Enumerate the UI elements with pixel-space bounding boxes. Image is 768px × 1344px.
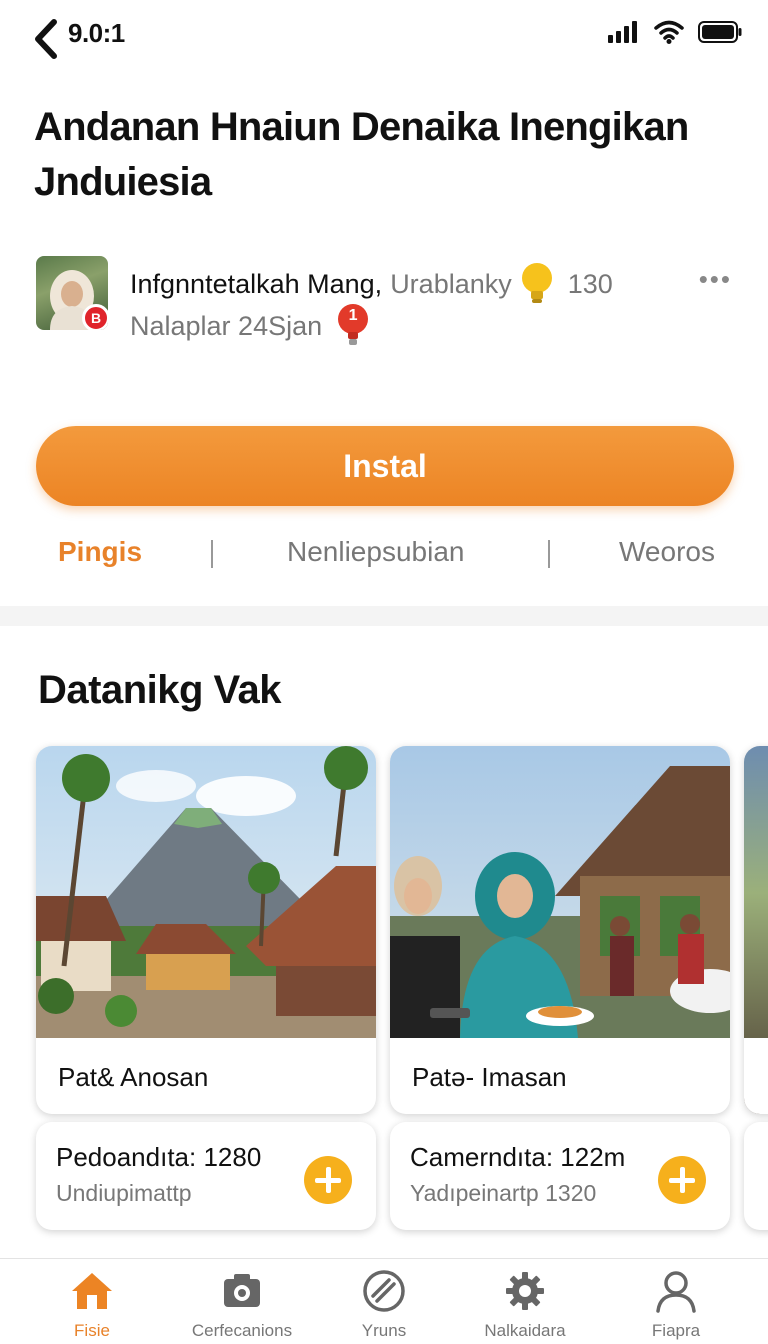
tab-nenliepsubian[interactable]: Nenliepsubian <box>287 536 464 568</box>
info-card[interactable]: Pedoandıta: 1280 Undiupimattp <box>36 1122 376 1230</box>
card-caption: Patə- Imasan <box>412 1062 567 1092</box>
info-card[interactable]: Camerndıta: 122m Yadıpeinartp 1320 <box>390 1122 730 1230</box>
install-button[interactable]: Instal <box>36 426 734 506</box>
nav-label: Fisie <box>74 1321 110 1340</box>
info-subtitle: Yadıpeinartp 1320 <box>410 1180 597 1206</box>
card-photo-people-dining <box>390 746 730 1038</box>
nav-label: Fiapra <box>651 1321 701 1340</box>
status-icons <box>608 20 742 44</box>
add-plus-icon[interactable] <box>304 1156 352 1204</box>
tab-weoros[interactable]: Weoros <box>619 536 715 568</box>
card-caption: Pat& Anosan <box>58 1062 209 1092</box>
camera-icon <box>224 1274 260 1307</box>
wifi-icon <box>654 20 684 44</box>
tab-divider <box>211 540 213 568</box>
publish-date: Nalaplar 24Sjan <box>130 310 323 341</box>
section-title: Datanikg Vak <box>38 668 282 712</box>
status-time: 9.0:1 <box>68 18 125 48</box>
info-title: Pedoandıta: 1280 <box>56 1142 262 1172</box>
author-line: Infgnntetalkah Mang, Urablanky 130 <box>130 262 613 306</box>
home-icon <box>72 1273 112 1309</box>
date-line: Nalaplar 24Sjan 1 <box>130 302 370 350</box>
nav-item-nalkaidara[interactable]: Nalkaidara <box>455 1269 595 1341</box>
nav-item-cerfecanions[interactable]: Cerfecanions <box>172 1269 312 1341</box>
article-title: Andanan Hnaiun Denaika Inengikan Jnduies… <box>34 105 689 204</box>
author-name[interactable]: Infgnntetalkah Mang, <box>130 269 382 300</box>
pin-label: 1 <box>348 307 358 324</box>
slash-circle-icon <box>363 1270 405 1312</box>
nav-label: Cerfecanions <box>191 1321 293 1340</box>
author-row: B Infgnntetalkah Mang, Urablanky 130 Nal… <box>36 256 736 345</box>
card-photo-mountain-village <box>36 746 376 1038</box>
featured-section: Datanikg Vak Pat& Anosan Patə- Imasan Pe… <box>0 626 768 1258</box>
nav-label: Nalkaidara <box>484 1321 566 1340</box>
tab-bar: Pingis Nenliepsubian Weoros <box>0 530 768 590</box>
battery-icon <box>698 21 742 43</box>
more-options-icon[interactable]: ••• <box>699 264 732 295</box>
tab-pingis[interactable]: Pingis <box>58 536 142 568</box>
info-card-peek[interactable] <box>744 1122 768 1230</box>
likes-count: 130 <box>567 268 613 299</box>
signal-icon <box>608 21 637 43</box>
nav-item-fiapra[interactable]: Fiapra <box>606 1269 746 1341</box>
status-bar: 9.0:1 <box>0 0 768 70</box>
author-role: Urablanky <box>390 268 512 299</box>
destination-card-peek[interactable] <box>744 746 768 1114</box>
info-subtitle: Undiupimattp <box>56 1180 192 1206</box>
nav-label: Yruns <box>361 1321 407 1340</box>
nav-item-fisie[interactable]: Fisie <box>22 1269 162 1341</box>
destination-card[interactable]: Patə- Imasan <box>390 746 730 1114</box>
avatar-badge: B <box>82 304 108 330</box>
info-title: Camerndıta: 122m <box>410 1142 626 1172</box>
article-header: Andanan Hnaiun Denaika Inengikan Jnduies… <box>0 70 768 606</box>
tab-divider <box>548 540 550 568</box>
nav-item-yruns[interactable]: Yruns <box>314 1269 454 1341</box>
gear-icon <box>506 1272 544 1310</box>
author-avatar[interactable]: B <box>36 256 108 330</box>
add-plus-icon[interactable] <box>658 1156 706 1204</box>
destination-card[interactable]: Pat& Anosan <box>36 746 376 1114</box>
bottom-navigation: Fisie Cerfecanions Yruns Nalkaidara Fiap… <box>0 1258 768 1344</box>
profile-icon <box>656 1271 696 1313</box>
back-arrow-icon[interactable] <box>28 14 64 64</box>
pin-icon: 1 <box>336 302 370 350</box>
lightbulb-icon <box>521 263 552 303</box>
